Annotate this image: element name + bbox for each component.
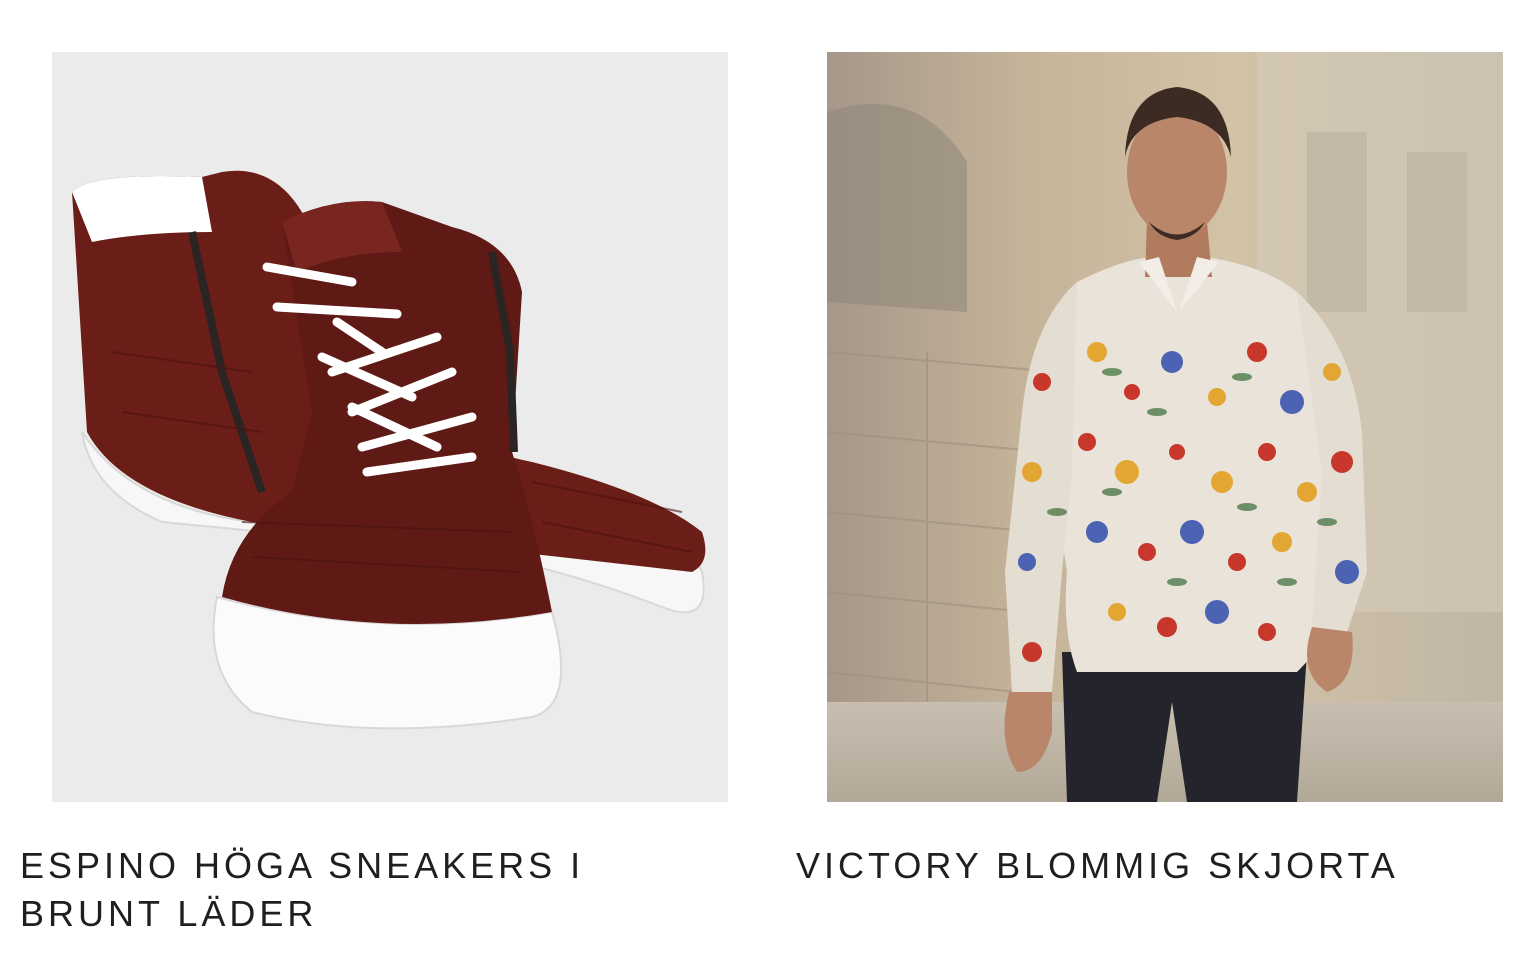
- product-image-link[interactable]: [827, 52, 1503, 802]
- product-title[interactable]: ESPINO HÖGA SNEAKERS I BRUNT LÄDER: [20, 842, 660, 938]
- product-card-sneakers[interactable]: ESPINO HÖGA SNEAKERS I BRUNT LÄDER: [0, 0, 728, 978]
- product-image-link[interactable]: [52, 52, 728, 802]
- product-title[interactable]: VICTORY BLOMMIG SKJORTA: [796, 842, 1496, 890]
- product-title-line-1: VICTORY BLOMMIG SKJORTA: [796, 845, 1399, 886]
- sneakers-image: [52, 52, 728, 802]
- product-grid: ESPINO HÖGA SNEAKERS I BRUNT LÄDER VICTO…: [0, 0, 1528, 978]
- product-title-line-1: ESPINO HÖGA SNEAKERS I: [20, 845, 585, 886]
- product-card-floral-shirt[interactable]: VICTORY BLOMMIG SKJORTA: [770, 0, 1503, 978]
- product-title-line-2: BRUNT LÄDER: [20, 893, 318, 934]
- floral-shirt-image: [827, 52, 1503, 802]
